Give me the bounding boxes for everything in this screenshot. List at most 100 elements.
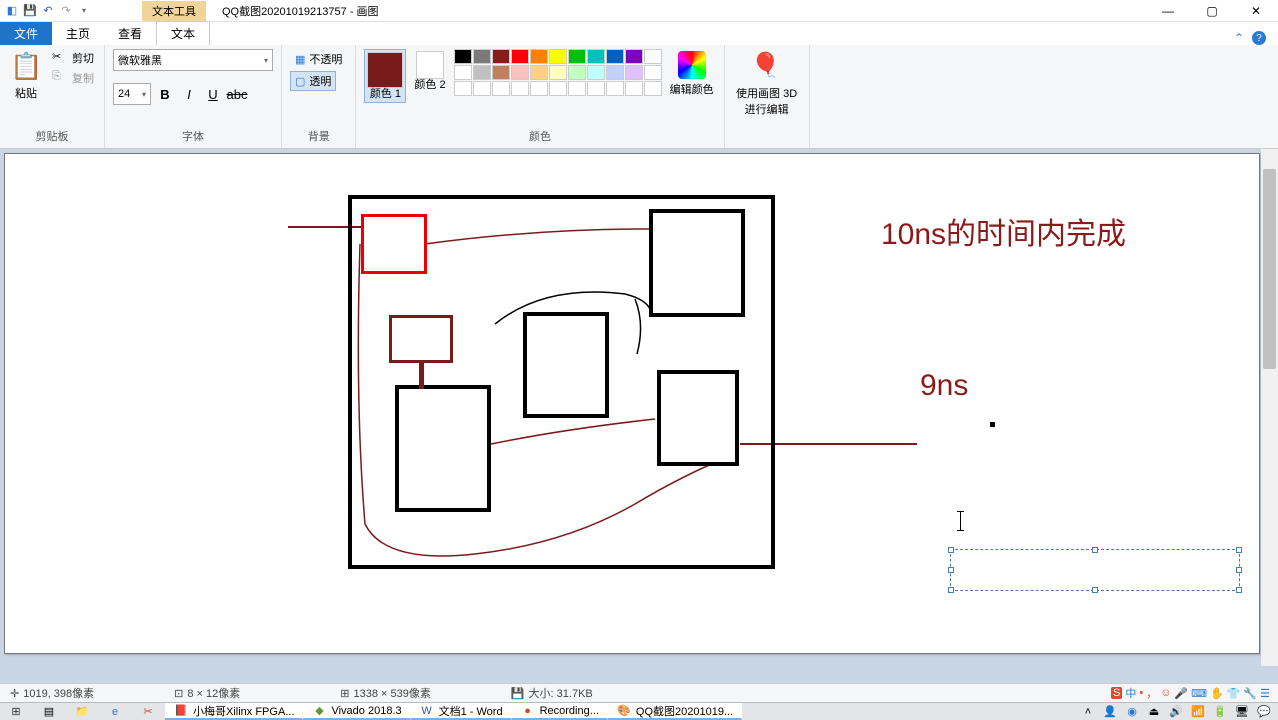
palette-cell[interactable]	[473, 81, 491, 96]
task-word-label: 文档1 - Word	[439, 703, 503, 719]
scrollbar-thumb[interactable]	[1263, 169, 1276, 369]
palette-cell[interactable]	[511, 49, 529, 64]
tab-view[interactable]: 查看	[104, 22, 156, 45]
tab-text[interactable]: 文本	[156, 21, 210, 45]
ime-lang[interactable]: 中	[1125, 685, 1136, 701]
palette-cell[interactable]	[549, 65, 567, 80]
palette-cell[interactable]	[530, 49, 548, 64]
palette-cell[interactable]	[587, 65, 605, 80]
undo-icon[interactable]: ↶	[40, 3, 56, 19]
palette-cell[interactable]	[606, 81, 624, 96]
palette-cell[interactable]	[511, 81, 529, 96]
palette-cell[interactable]	[568, 81, 586, 96]
palette-cell[interactable]	[549, 49, 567, 64]
tray-volume-icon[interactable]: 🔊	[1168, 704, 1184, 720]
palette-cell[interactable]	[454, 49, 472, 64]
qat-dropdown-icon[interactable]: ▾	[76, 3, 92, 19]
ime-shirt-icon[interactable]: 👕	[1227, 687, 1241, 700]
save-icon[interactable]: 💾	[22, 3, 38, 19]
palette-cell[interactable]	[473, 65, 491, 80]
palette-cell[interactable]	[530, 65, 548, 80]
palette-cell[interactable]	[625, 65, 643, 80]
transparent-button[interactable]: ▢ 透明	[290, 71, 336, 91]
help-icon[interactable]: ?	[1252, 31, 1266, 45]
palette-cell[interactable]	[644, 81, 662, 96]
tray-person-icon[interactable]: 👤	[1102, 704, 1118, 720]
text-selection-box[interactable]	[950, 549, 1240, 591]
palette-cell[interactable]	[511, 65, 529, 80]
palette-cell[interactable]	[568, 49, 586, 64]
palette-cell[interactable]	[625, 81, 643, 96]
canvas-text-10ns: 10ns的时间内完成	[881, 209, 1126, 253]
ime-keyboard-icon[interactable]: ⌨	[1191, 687, 1207, 700]
palette-cell[interactable]	[492, 49, 510, 64]
task-recording[interactable]: ● Recording...	[512, 703, 608, 720]
snip-button[interactable]: ✂	[132, 703, 165, 720]
ime-voice-icon[interactable]: 🎤	[1174, 687, 1188, 700]
ime-menu-icon[interactable]: ☰	[1260, 687, 1270, 700]
tray-wifi-icon[interactable]: 📶	[1190, 704, 1206, 720]
tab-file[interactable]: 文件	[0, 22, 52, 45]
ime-button[interactable]: S	[1111, 687, 1122, 699]
tray-up-icon[interactable]: ˄	[1080, 704, 1096, 720]
ime-emoji-icon[interactable]: ☺	[1160, 687, 1171, 699]
maximize-button[interactable]: ▢	[1190, 0, 1234, 22]
edge-button[interactable]: e	[99, 703, 132, 720]
cut-button[interactable]: ✂ 剪切	[50, 49, 96, 67]
tray-battery-icon[interactable]: 🔋	[1212, 704, 1228, 720]
paint3d-group-label	[733, 142, 801, 146]
palette-cell[interactable]	[549, 81, 567, 96]
palette-cell[interactable]	[606, 49, 624, 64]
tray-monitor-icon[interactable]: 🖥	[1234, 704, 1250, 720]
edit-colors-button[interactable]: 编辑颜色	[668, 49, 716, 99]
italic-button[interactable]: I	[179, 84, 199, 104]
task-pdf[interactable]: 📕 小梅哥Xilinx FPGA...	[165, 703, 303, 720]
strikethrough-button[interactable]: abc	[227, 84, 247, 104]
palette-cell[interactable]	[473, 49, 491, 64]
color-palette[interactable]	[454, 49, 662, 96]
paste-button[interactable]: 📋 粘贴	[8, 49, 44, 103]
palette-cell[interactable]	[454, 81, 472, 96]
palette-cell[interactable]	[492, 81, 510, 96]
bold-button[interactable]: B	[155, 84, 175, 104]
ime-hand-icon[interactable]: ✋	[1210, 687, 1224, 700]
color2-button[interactable]: 颜色 2	[412, 49, 447, 93]
ime-punct-icon[interactable]: ，	[1146, 685, 1157, 701]
palette-cell[interactable]	[568, 65, 586, 80]
underline-button[interactable]: U	[203, 84, 223, 104]
tray-app-icon[interactable]: ◉	[1124, 704, 1140, 720]
palette-cell[interactable]	[587, 49, 605, 64]
task-word[interactable]: W 文档1 - Word	[411, 703, 512, 720]
palette-cell[interactable]	[606, 65, 624, 80]
taskview-button[interactable]: ▤	[33, 703, 66, 720]
font-size-combo[interactable]: 24 ▾	[113, 83, 151, 105]
color1-button[interactable]: 颜色 1	[364, 49, 406, 103]
paint3d-button[interactable]: 🎈 使用画图 3D 进行编辑	[733, 49, 801, 119]
minimize-button[interactable]: —	[1146, 0, 1190, 22]
tab-home[interactable]: 主页	[52, 22, 104, 45]
task-paint[interactable]: 🎨 QQ截图20201019...	[608, 703, 742, 720]
tray-usb-icon[interactable]: ⏏	[1146, 704, 1162, 720]
palette-cell[interactable]	[644, 65, 662, 80]
ime-tool-icon[interactable]: 🔧	[1243, 687, 1257, 700]
palette-cell[interactable]	[530, 81, 548, 96]
palette-cell[interactable]	[625, 49, 643, 64]
canvas[interactable]: 10ns的时间内完成 9ns	[4, 153, 1260, 654]
copy-button[interactable]: ⎘ 复制	[50, 69, 96, 87]
palette-cell[interactable]	[492, 65, 510, 80]
ribbon: 📋 粘贴 ✂ 剪切 ⎘ 复制 剪贴板 微软雅黑 ▾	[0, 45, 1278, 149]
palette-cell[interactable]	[644, 49, 662, 64]
start-button[interactable]: ⊞	[0, 703, 33, 720]
explorer-button[interactable]: 📁	[66, 703, 99, 720]
palette-cell[interactable]	[454, 65, 472, 80]
vertical-scrollbar[interactable]	[1261, 149, 1278, 666]
minimize-ribbon-icon[interactable]: ⌃	[1234, 31, 1244, 45]
tray-notifications-icon[interactable]: 💬	[1256, 704, 1272, 720]
redo-icon[interactable]: ↷	[58, 3, 74, 19]
edit-colors-icon	[678, 51, 706, 79]
close-button[interactable]: ✕	[1234, 0, 1278, 22]
opaque-button[interactable]: ▦ 不透明	[290, 49, 347, 69]
font-name-combo[interactable]: 微软雅黑 ▾	[113, 49, 273, 71]
task-vivado[interactable]: ◆ Vivado 2018.3	[303, 703, 410, 720]
palette-cell[interactable]	[587, 81, 605, 96]
